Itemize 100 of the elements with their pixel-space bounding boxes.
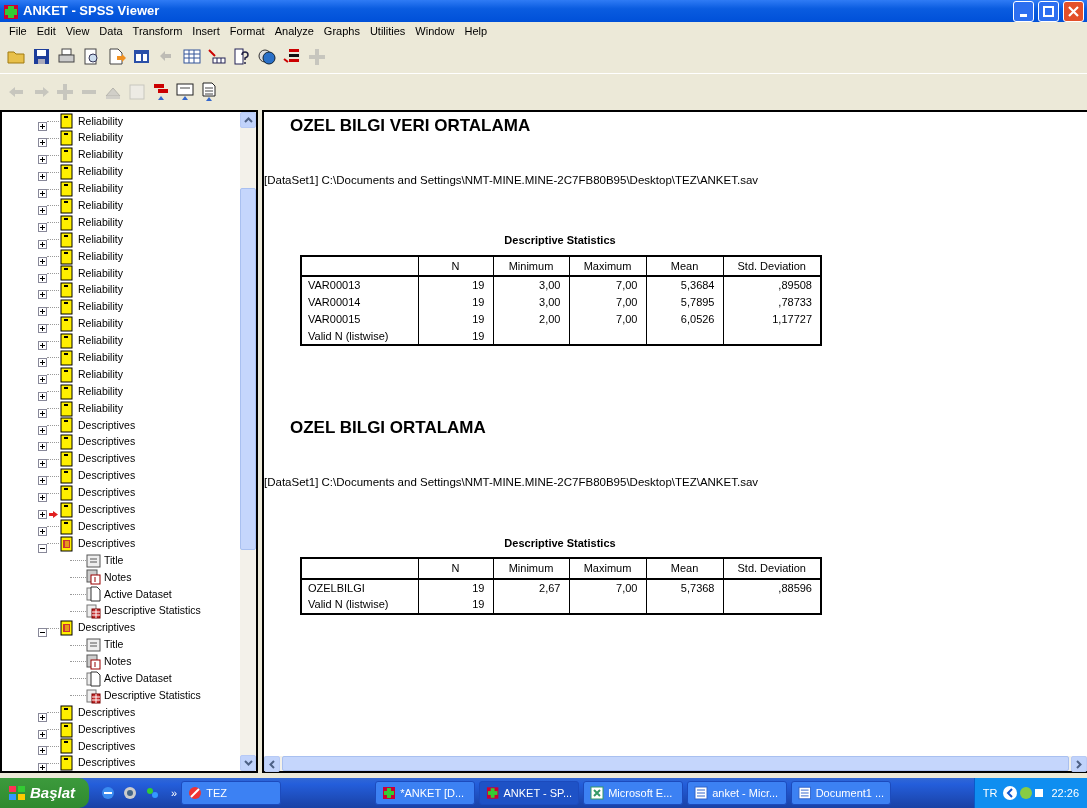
expand-icon[interactable] — [38, 408, 47, 418]
expand-icon[interactable] — [38, 222, 47, 232]
expand-icon[interactable] — [38, 493, 47, 503]
circles-button[interactable] — [256, 46, 277, 68]
expand-icon[interactable] — [38, 712, 47, 722]
expand-icon[interactable] — [38, 729, 47, 739]
expand-icon[interactable] — [38, 442, 47, 452]
menu-item[interactable]: Format — [224, 23, 270, 40]
outline-item[interactable]: Notes — [104, 569, 132, 586]
menu-item[interactable]: Data — [94, 23, 128, 40]
scroll-left-button[interactable] — [264, 756, 280, 772]
outline-item[interactable]: Descriptive Statistics — [104, 603, 201, 620]
expand-icon[interactable] — [38, 155, 47, 165]
book-icon[interactable] — [59, 400, 74, 417]
scroll-down-button[interactable] — [240, 755, 256, 771]
book-icon[interactable] — [59, 417, 74, 434]
close-button[interactable] — [1063, 0, 1084, 22]
book-icon[interactable] — [59, 214, 74, 231]
book-icon[interactable] — [59, 197, 74, 214]
minimize-button[interactable] — [1013, 0, 1034, 22]
outline-item[interactable]: Reliability — [78, 198, 123, 214]
expand-icon[interactable] — [38, 358, 47, 367]
title-icon[interactable] — [86, 552, 101, 569]
menu-item[interactable]: Window — [410, 23, 460, 40]
book-icon[interactable] — [59, 485, 74, 502]
title-icon[interactable] — [86, 637, 101, 654]
menu-item[interactable]: Analyze — [269, 23, 319, 40]
outline-item[interactable]: Reliability — [78, 383, 123, 400]
outline-item[interactable]: Reliability — [78, 265, 123, 282]
notes-icon[interactable] — [86, 569, 101, 586]
outline-item[interactable]: Notes — [104, 654, 132, 670]
expand-icon[interactable] — [38, 324, 47, 334]
outline-item[interactable]: Reliability — [78, 214, 123, 231]
outline-item[interactable]: Reliability — [78, 400, 123, 417]
expand-icon[interactable] — [38, 341, 47, 351]
outline-item[interactable]: Reliability — [78, 350, 123, 366]
menu-item[interactable]: Edit — [31, 23, 61, 40]
outline-item[interactable]: Descriptives — [78, 468, 136, 484]
menu-item[interactable]: Graphs — [318, 23, 365, 40]
outline-item[interactable]: Title — [104, 552, 124, 569]
outline-item[interactable]: Reliability — [78, 164, 123, 180]
outline-item[interactable]: Descriptives — [78, 755, 136, 771]
book-icon[interactable] — [59, 299, 74, 316]
book-icon[interactable] — [59, 366, 74, 383]
book-icon[interactable] — [59, 349, 74, 366]
outline-item[interactable]: Reliability — [78, 366, 123, 383]
help-button[interactable] — [231, 46, 252, 68]
expand-icon[interactable] — [38, 273, 47, 283]
outline-item[interactable]: Descriptives — [78, 535, 136, 552]
book-icon[interactable] — [59, 265, 74, 282]
book-icon[interactable] — [59, 181, 74, 197]
book-icon[interactable] — [59, 130, 74, 147]
taskbar-button[interactable]: anket - Micr... — [687, 781, 788, 805]
outline-item[interactable]: Active Dataset — [104, 586, 172, 603]
maximize-button[interactable] — [1038, 0, 1059, 22]
expand-icon[interactable] — [38, 256, 47, 266]
book-icon[interactable] — [59, 113, 74, 130]
book-icon[interactable] — [59, 738, 74, 755]
menu-item[interactable]: Transform — [127, 23, 188, 40]
table-icon[interactable] — [86, 687, 101, 704]
more-button[interactable]: » — [171, 784, 178, 802]
outline-item[interactable]: Reliability — [78, 130, 123, 147]
scroll-up-button[interactable] — [240, 112, 256, 128]
expand-icon[interactable] — [38, 307, 47, 317]
expand-icon[interactable] — [38, 476, 47, 486]
book-icon[interactable] — [59, 147, 74, 164]
book-icon[interactable] — [59, 468, 74, 485]
expand-icon[interactable] — [38, 374, 47, 384]
outline-item[interactable]: Descriptives — [78, 485, 136, 501]
media-icon[interactable] — [123, 786, 138, 800]
book-icon[interactable] — [59, 231, 74, 248]
book-icon[interactable] — [59, 434, 74, 451]
book-icon[interactable] — [59, 721, 74, 738]
book-icon[interactable] — [59, 383, 74, 400]
scroll-thumb[interactable] — [240, 188, 256, 550]
book-icon[interactable] — [59, 501, 74, 518]
outline-item[interactable]: Descriptives — [78, 518, 136, 535]
outline-item[interactable]: Descriptive Statistics — [104, 687, 201, 704]
outline-item[interactable]: Reliability — [78, 282, 123, 299]
expand-icon[interactable] — [38, 526, 47, 536]
outline-item[interactable]: Active Dataset — [104, 670, 172, 687]
people-icon[interactable] — [145, 786, 160, 800]
book-icon[interactable] — [59, 248, 74, 265]
outline-item[interactable]: Descriptives — [78, 434, 136, 451]
taskbar-button[interactable]: Document1 ... — [791, 781, 892, 805]
expand-icon[interactable] — [38, 459, 47, 469]
outline-item[interactable]: Descriptives — [78, 704, 136, 721]
book-icon[interactable] — [59, 316, 74, 333]
book-icon[interactable] — [59, 755, 74, 771]
scroll-right-button[interactable] — [1071, 756, 1087, 772]
expand-icon[interactable] — [38, 391, 47, 401]
book-icon[interactable] — [59, 164, 74, 181]
menu-item[interactable]: Insert — [187, 23, 225, 40]
outline-item[interactable]: Reliability — [78, 333, 123, 349]
outline-item[interactable]: Reliability — [78, 299, 123, 316]
outline-item[interactable]: Descriptives — [78, 451, 136, 468]
expand-icon[interactable] — [38, 206, 47, 215]
outline-item[interactable]: Reliability — [78, 316, 123, 332]
expand-icon[interactable] — [38, 239, 47, 249]
menu-item[interactable]: View — [60, 23, 95, 40]
